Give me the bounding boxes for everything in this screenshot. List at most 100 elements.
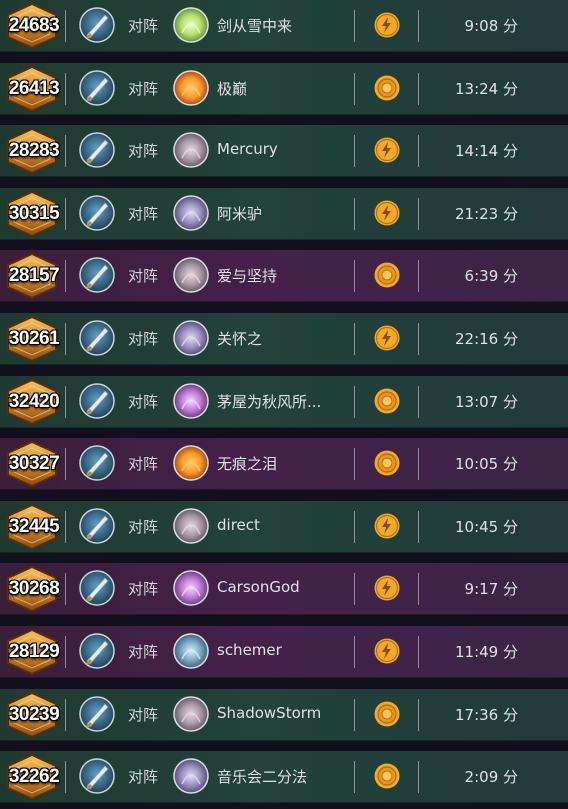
match-row[interactable]: 32262 对阵 音乐会二分法 2:09 分: [0, 751, 568, 804]
opponent-name[interactable]: 剑从雪中来: [217, 15, 292, 36]
opponent-name[interactable]: 音乐会二分法: [217, 766, 307, 787]
opponent-avatar-icon[interactable]: [173, 7, 209, 43]
mode-label: 对阵: [128, 204, 159, 223]
sword-mode-icon: [79, 194, 115, 231]
sword-mode-icon: [79, 570, 115, 607]
divider: [354, 448, 355, 481]
mode-label: 对阵: [128, 392, 159, 411]
rank-score: 30239: [8, 703, 60, 725]
opponent-name[interactable]: 无痕之泪: [217, 453, 277, 474]
opponent-avatar-icon[interactable]: [173, 507, 209, 544]
rank-score: 32445: [8, 515, 60, 537]
divider: [354, 135, 355, 168]
opponent-avatar-icon[interactable]: [173, 382, 209, 419]
match-row[interactable]: 32445 对阵 direct 10:45 分: [0, 500, 568, 553]
bolt-result-icon: [374, 513, 400, 539]
sword-mode-icon: [79, 7, 115, 43]
rank-badge: 30268: [4, 566, 60, 613]
match-row[interactable]: 28283 对阵 Mercury 14:14 分: [0, 125, 568, 178]
mode-label: 对阵: [128, 330, 159, 348]
opponent-avatar-icon[interactable]: [173, 132, 209, 169]
divider: [354, 761, 355, 794]
match-row[interactable]: 28157 对阵 爱与坚持 6:39 分: [0, 250, 568, 303]
match-duration: 11:49 分: [455, 643, 518, 661]
match-row[interactable]: 24683 对阵 剑从雪中来 9:08 分: [0, 0, 568, 52]
divider: [65, 761, 66, 794]
divider: [354, 197, 355, 230]
match-row[interactable]: 30239 对阵 ShadowStorm 17:36 分: [0, 688, 568, 741]
opponent-name[interactable]: 关怀之: [217, 328, 262, 349]
match-row[interactable]: 30315 对阵 阿米驴 21:23 分: [0, 187, 568, 240]
rank-badge: 32445: [4, 503, 60, 550]
opponent-avatar-icon[interactable]: [173, 194, 209, 231]
divider: [418, 323, 419, 355]
coin-result-icon: [374, 262, 400, 288]
divider: [65, 197, 66, 230]
opponent-avatar-icon[interactable]: [173, 758, 209, 795]
divider: [65, 72, 66, 105]
rank-badge: 30315: [4, 190, 60, 237]
bolt-result-icon: [374, 325, 400, 351]
sword-mode-icon: [79, 382, 115, 419]
divider: [418, 260, 419, 293]
opponent-name[interactable]: CarsonGod: [217, 578, 300, 596]
divider: [65, 323, 66, 355]
match-duration: 10:05 分: [455, 455, 518, 474]
divider: [418, 135, 419, 168]
match-row[interactable]: 32420 对阵 茅屋为秋风所... 13:07 分: [0, 375, 568, 428]
rank-score: 32262: [8, 766, 60, 788]
opponent-name[interactable]: 茅屋为秋风所...: [217, 391, 321, 412]
divider: [418, 761, 419, 794]
rank-score: 30327: [8, 453, 60, 475]
rank-badge: 30327: [4, 441, 60, 488]
divider: [354, 72, 355, 105]
sword-mode-icon: [79, 445, 115, 482]
opponent-avatar-icon[interactable]: [173, 257, 209, 294]
opponent-avatar-icon[interactable]: [173, 445, 209, 482]
match-row[interactable]: 30261 对阵 关怀之 22:16 分: [0, 313, 568, 365]
coin-result-icon: [374, 388, 400, 414]
rank-badge: 32420: [4, 378, 60, 425]
bolt-result-icon: [374, 12, 400, 38]
bolt-result-icon: [374, 200, 400, 226]
opponent-avatar-icon[interactable]: [173, 69, 209, 106]
divider: [418, 698, 419, 731]
rank-badge: 30261: [4, 316, 60, 362]
match-duration: 13:24 分: [455, 79, 518, 98]
opponent-name[interactable]: ShadowStorm: [217, 704, 321, 722]
match-row[interactable]: 30268 对阵 CarsonGod 9:17 分: [0, 563, 568, 616]
rank-score: 26413: [8, 77, 60, 99]
opponent-avatar-icon[interactable]: [173, 695, 209, 732]
coin-result-icon: [374, 701, 400, 727]
divider: [418, 385, 419, 418]
opponent-name[interactable]: schemer: [217, 641, 282, 659]
match-duration: 6:39 分: [464, 267, 518, 286]
match-duration: 21:23 分: [455, 204, 518, 223]
rank-score: 32420: [8, 390, 60, 412]
opponent-name[interactable]: Mercury: [217, 140, 278, 158]
match-row[interactable]: 28129 对阵 schemer 11:49 分: [0, 626, 568, 678]
match-row[interactable]: 30327 对阵 无痕之泪 10:05 分: [0, 438, 568, 491]
opponent-avatar-icon[interactable]: [173, 320, 209, 356]
opponent-name[interactable]: 爱与坚持: [217, 265, 277, 286]
rank-badge: 28283: [4, 128, 60, 175]
rank-badge: 30239: [4, 691, 60, 738]
match-row[interactable]: 26413 对阵 极巅 13:24 分: [0, 62, 568, 115]
mode-label: 对阵: [128, 517, 159, 536]
rank-score: 30268: [8, 578, 60, 600]
opponent-avatar-icon[interactable]: [173, 570, 209, 607]
opponent-name[interactable]: direct: [217, 516, 260, 534]
opponent-name[interactable]: 阿米驴: [217, 203, 262, 224]
divider: [65, 698, 66, 731]
divider: [65, 10, 66, 42]
mode-label: 对阵: [128, 17, 159, 35]
mode-label: 对阵: [128, 643, 159, 661]
mode-label: 对阵: [128, 267, 159, 286]
sword-mode-icon: [79, 758, 115, 795]
opponent-name[interactable]: 极巅: [217, 78, 247, 99]
opponent-avatar-icon[interactable]: [173, 633, 209, 669]
sword-mode-icon: [79, 320, 115, 356]
divider: [354, 636, 355, 668]
divider: [354, 10, 355, 42]
mode-label: 对阵: [128, 705, 159, 724]
